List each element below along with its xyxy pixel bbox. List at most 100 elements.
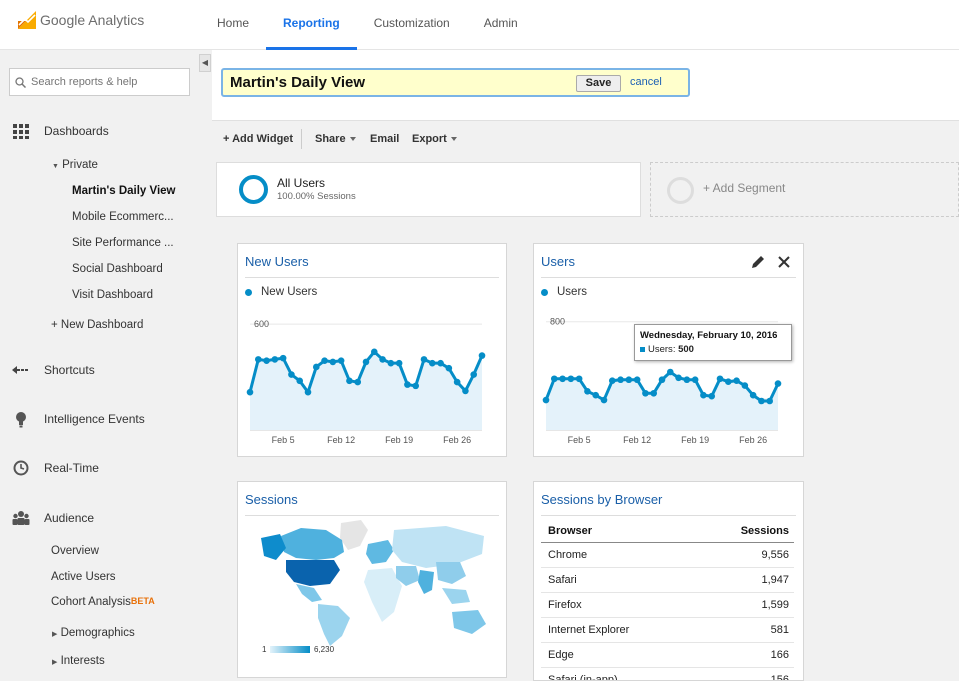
sidebar-item-overview[interactable]: Overview [51,545,99,557]
table-row[interactable]: Safari (in-app) 156 [541,667,794,680]
sidebar-item-intelligence-events[interactable]: Intelligence Events [12,410,145,428]
data-point [370,348,378,356]
dashboard-toolbar: + Add Widget Share Email Export [212,121,959,157]
tooltip-value: Users: 500 [640,344,694,355]
share-menu[interactable]: Share [315,133,356,145]
dashboard-title-input[interactable]: Martin's Daily View [230,74,365,91]
map-region-mexico[interactable] [296,584,322,602]
widget-divider [541,515,796,516]
column-header-sessions[interactable]: Sessions [698,520,794,543]
sessions-cell: 581 [698,617,794,643]
map-region-east-asia[interactable] [436,562,466,584]
search-box[interactable] [9,68,190,96]
collapse-sidebar-button[interactable]: ◀ [199,54,211,72]
export-menu[interactable]: Export [412,133,457,145]
segment-all-users[interactable]: All Users 100.00% Sessions [216,162,641,217]
sidebar-label-dashboards: Dashboards [44,124,109,138]
table-row[interactable]: Firefox 1,599 [541,592,794,618]
widget-divider [245,515,499,516]
x-tick-label: Feb 5 [272,435,295,445]
tab-customization[interactable]: Customization [357,0,467,50]
email-button[interactable]: Email [370,133,399,145]
new-dashboard-link[interactable]: + New Dashboard [51,319,143,331]
map-region-canada[interactable] [281,528,344,560]
search-input[interactable] [31,76,181,88]
map-region-greenland[interactable] [340,520,368,550]
data-point [749,391,757,399]
data-point [321,357,328,364]
x-tick-label: Feb 19 [681,435,709,445]
export-label: Export [412,133,447,145]
scale-min: 1 [262,645,267,654]
sessions-cell: 166 [698,642,794,668]
data-point [608,377,616,384]
data-point [592,391,600,399]
data-point [412,382,420,390]
sidebar-item-private[interactable]: ▼ Private [52,159,98,171]
sidebar-item-audience[interactable]: Audience [12,509,94,527]
browser-cell: Safari (in-app) [541,667,699,680]
save-button[interactable]: Save [576,75,621,92]
dashboard-title-editor[interactable]: Martin's Daily View Save cancel [221,68,690,97]
tab-admin[interactable]: Admin [467,0,535,50]
sidebar-item-shortcuts[interactable]: Shortcuts [12,361,95,379]
caret-right-icon: ▶ [52,631,58,638]
map-region-europe[interactable] [366,540,394,564]
world-map[interactable] [256,518,496,648]
column-header-browser[interactable]: Browser [541,520,699,543]
toolbar-divider [301,129,302,149]
data-point [420,356,428,363]
table-row[interactable]: Edge 166 [541,642,794,668]
sidebar-item-dashboards[interactable]: Dashboards [12,122,109,140]
sidebar-label-cohort-analysis: Cohort Analysis [51,596,131,608]
data-point [254,356,262,363]
brand-name: Google Analytics [40,12,145,28]
data-point [296,377,304,385]
tooltip-series: Users [648,344,673,355]
table-row[interactable]: Chrome 9,556 [541,542,794,568]
sidebar-item-visit-dashboard[interactable]: Visit Dashboard [72,289,153,301]
people-icon [12,509,30,527]
map-region-south-america[interactable] [318,604,350,646]
sidebar-item-social-dashboard[interactable]: Social Dashboard [72,263,163,275]
add-segment-button[interactable]: + Add Segment [650,162,959,217]
tab-reporting[interactable]: Reporting [266,0,357,50]
map-region-southeast-asia[interactable] [442,588,470,604]
y-tick-label: 600 [254,319,269,329]
map-region-australia[interactable] [452,610,486,634]
google-analytics-logo[interactable]: Google Analytics [18,11,144,29]
map-region-russia-asia[interactable] [392,526,484,568]
widget-title: Sessions [245,492,298,507]
x-tick-label: Feb 12 [327,435,355,445]
add-widget-button[interactable]: + Add Widget [223,133,293,145]
table-row[interactable]: Safari 1,947 [541,567,794,593]
tooltip-number: 500 [678,344,694,355]
tab-home[interactable]: Home [200,0,266,50]
sidebar-item-interests[interactable]: ▶ Interests [52,655,105,667]
data-point [716,375,724,383]
data-point [263,357,270,364]
sidebar-item-active-users[interactable]: Active Users [51,571,116,583]
sidebar-item-cohort-analysis[interactable]: Cohort AnalysisBETA [51,596,155,608]
data-point [288,371,295,378]
data-point [478,352,486,359]
browser-cell: Internet Explorer [541,617,699,643]
search-icon [15,76,26,88]
data-point [600,396,608,404]
new-users-chart[interactable]: 300600Feb 5Feb 12Feb 19Feb 26 [238,244,506,456]
sidebar-item-demographics[interactable]: ▶ Demographics [52,627,135,639]
sidebar-item-real-time[interactable]: Real-Time [12,459,99,477]
data-point [395,359,403,367]
map-region-usa[interactable] [286,560,340,586]
sidebar-item-mobile-ecommerce[interactable]: Mobile Ecommerc... [72,211,174,223]
sessions-cell: 156 [698,667,794,680]
sidebar-item-martins-daily-view[interactable]: Martin's Daily View [72,185,176,197]
map-region-india[interactable] [418,570,434,594]
caret-right-icon: ▶ [52,659,58,666]
x-tick-label: Feb 26 [443,435,471,445]
table-row[interactable]: Internet Explorer 581 [541,617,794,643]
beta-badge: BETA [130,596,155,606]
cancel-link[interactable]: cancel [630,76,662,88]
sidebar-item-site-performance[interactable]: Site Performance ... [72,237,174,249]
sidebar-label-private: Private [62,159,98,171]
